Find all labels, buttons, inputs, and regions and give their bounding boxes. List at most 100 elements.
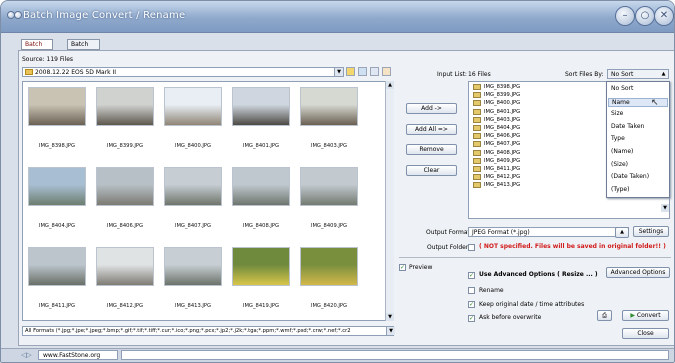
add-button[interactable]: Add -> — [406, 103, 457, 114]
preview-checkbox[interactable]: ✓ — [399, 264, 406, 271]
thumbnail-image[interactable] — [300, 87, 358, 126]
thumbnail-browser[interactable]: IMG_8398.JPG IMG_8399.JPG IMG_8400.JPG IMG_… — [22, 81, 394, 321]
file-list-item[interactable]: IMG_8404.JPG — [472, 124, 520, 132]
file-list-item-label: IMG_8398.JPG — [484, 84, 521, 90]
thumbnail-image[interactable] — [232, 247, 290, 286]
add-all-button[interactable]: Add All => — [406, 124, 457, 135]
advanced-options-button[interactable]: Advanced Options — [606, 267, 670, 278]
website-url: www.FastStone.org — [43, 352, 101, 359]
mouse-cursor-icon: ↖ — [651, 98, 659, 108]
convert-button[interactable]: ▶ Convert — [622, 310, 669, 321]
close-button[interactable]: Close — [622, 328, 669, 339]
thumbnail-view-icon[interactable] — [358, 67, 367, 76]
source-folder-select[interactable]: 2008.12.22 EOS 5D Mark II ▼ — [22, 67, 344, 77]
thumbnail-image[interactable] — [232, 87, 290, 126]
format-dropdown-icon[interactable]: ▼ — [386, 327, 395, 335]
sort-option[interactable]: (Type) — [611, 186, 629, 193]
sort-option[interactable]: No Sort — [611, 85, 633, 92]
scroll-down-icon[interactable]: ▼ — [386, 313, 394, 321]
file-list-item[interactable]: IMG_8413.JPG — [472, 181, 520, 189]
source-count-label: Source: 119 Files — [22, 56, 74, 63]
thumbnail-label: IMG_8406.JPG — [106, 223, 144, 229]
settings-button[interactable]: Settings — [633, 226, 669, 237]
file-list-item[interactable]: IMG_8399.JPG — [472, 91, 520, 99]
remove-button[interactable]: Remove — [406, 144, 457, 155]
file-list-item[interactable]: IMG_8406.JPG — [472, 132, 520, 140]
thumbnail-image[interactable] — [28, 167, 86, 206]
list-view-icon[interactable] — [370, 67, 379, 76]
sort-option[interactable]: (Date Taken) — [611, 173, 649, 180]
file-list-item[interactable]: IMG_8409.JPG — [472, 157, 520, 165]
sort-option[interactable]: Type — [611, 135, 625, 142]
preview-label: Preview — [409, 264, 433, 271]
file-list-item[interactable]: IMG_8407.JPG — [472, 140, 520, 148]
sort-option[interactable]: (Size) — [611, 161, 628, 168]
website-link[interactable]: www.FastStone.org — [38, 350, 118, 360]
output-format-select[interactable]: JPEG Format (*.jpg) — [468, 227, 629, 237]
details-view-icon[interactable] — [382, 67, 391, 76]
title-bar[interactable]: Batch Image Convert / Rename – ○ ✕ — [1, 1, 674, 33]
file-list-item-label: IMG_8403.JPG — [484, 116, 521, 123]
sort-dropdown-menu[interactable]: No Sort Name Size Date Taken Type (Name) (Size… — [606, 81, 670, 198]
sort-dropdown-icon[interactable]: ▲ — [659, 70, 668, 78]
sort-files-select[interactable]: No Sort ▲ — [607, 69, 669, 79]
thumbnail-image[interactable] — [164, 247, 222, 286]
tab-batch-convert[interactable]: Batch Convert — [21, 39, 53, 58]
batch-convert-window: Batch Image Convert / Rename – ○ ✕ Batch… — [0, 0, 675, 363]
file-list-scroll-down-icon[interactable]: ▼ — [661, 204, 669, 212]
sort-option[interactable]: Date Taken — [611, 123, 644, 130]
file-list-item-label: IMG_8406.JPG — [484, 133, 521, 140]
thumbnail-image[interactable] — [96, 87, 154, 126]
thumbnail-image[interactable] — [232, 167, 290, 206]
sort-option[interactable]: Size — [611, 110, 623, 117]
file-format-filter[interactable]: All Formats (*.jpg;*.jpe;*.jpeg;*.bmp;*.… — [22, 326, 394, 336]
file-list-item[interactable]: IMG_8412.JPG — [472, 173, 520, 181]
thumbnail-image[interactable] — [28, 247, 86, 286]
advanced-options-label: Use Advanced Options ( Resize ... ) — [479, 271, 598, 278]
thumbnail-scrollbar[interactable]: ▲ ▼ — [385, 81, 394, 321]
file-format-text: All Formats (*.jpg;*.jpe;*.jpeg;*.bmp;*.… — [25, 328, 351, 334]
thumbnail-label: IMG_8398.JPG — [38, 143, 76, 149]
tab-batch-rename[interactable]: Batch Rename — [67, 39, 100, 58]
thumbnail-image[interactable] — [164, 87, 222, 126]
thumbnail-label: IMG_8420.JPG — [310, 303, 348, 309]
keep-date-checkbox[interactable]: ✓ — [468, 301, 475, 308]
output-folder-label: Output Folder: — [427, 244, 471, 251]
scroll-up-icon[interactable]: ▲ — [386, 81, 394, 89]
thumbnail-image[interactable] — [300, 247, 358, 286]
file-list-item-label: IMG_8407.JPG — [484, 141, 521, 148]
status-field — [121, 350, 669, 360]
thumbnail-image[interactable] — [28, 87, 86, 126]
input-list-label: Input List: — [437, 71, 467, 78]
file-list-item[interactable]: IMG_8408.JPG — [472, 149, 520, 157]
ask-overwrite-checkbox[interactable]: ✓ — [468, 315, 475, 322]
close-window-button[interactable]: ✕ — [654, 6, 674, 26]
folder-icon — [25, 69, 33, 75]
thumbnail-image[interactable] — [96, 167, 154, 206]
thumbnail-image[interactable] — [300, 167, 358, 206]
image-file-icon — [473, 125, 481, 131]
rename-checkbox[interactable] — [468, 287, 475, 294]
file-list-item[interactable]: IMG_8400.JPG — [472, 99, 520, 107]
ask-overwrite-label: Ask before overwrite — [479, 314, 542, 321]
output-format-dropdown-icon[interactable]: ▲ — [615, 227, 629, 238]
browse-folder-icon[interactable] — [346, 67, 355, 76]
advanced-options-checkbox[interactable]: ✓ — [468, 272, 475, 279]
file-list-item[interactable]: IMG_8411.JPG — [472, 165, 520, 173]
output-format-value: JPEG Format (*.jpg) — [472, 229, 530, 236]
clear-button[interactable]: Clear — [406, 165, 457, 176]
sort-option[interactable]: Name — [608, 97, 668, 107]
thumbnail-image[interactable] — [96, 247, 154, 286]
output-folder-checkbox[interactable] — [468, 244, 475, 251]
file-list-item[interactable]: IMG_8403.JPG — [472, 116, 520, 124]
save-profile-icon[interactable]: ⎙ — [597, 310, 612, 321]
thumbnail-image[interactable] — [164, 167, 222, 206]
minimize-button[interactable]: – — [615, 6, 635, 26]
sort-option[interactable]: (Name) — [611, 148, 633, 155]
maximize-button[interactable]: ○ — [635, 6, 655, 26]
image-file-icon — [473, 133, 481, 140]
thumbnail-label: IMG_8400.JPG — [174, 143, 212, 149]
chevron-down-icon[interactable]: ▼ — [334, 68, 343, 76]
file-list-item[interactable]: IMG_8401.JPG — [472, 108, 520, 116]
file-list-item[interactable]: IMG_8398.JPG — [472, 83, 520, 91]
